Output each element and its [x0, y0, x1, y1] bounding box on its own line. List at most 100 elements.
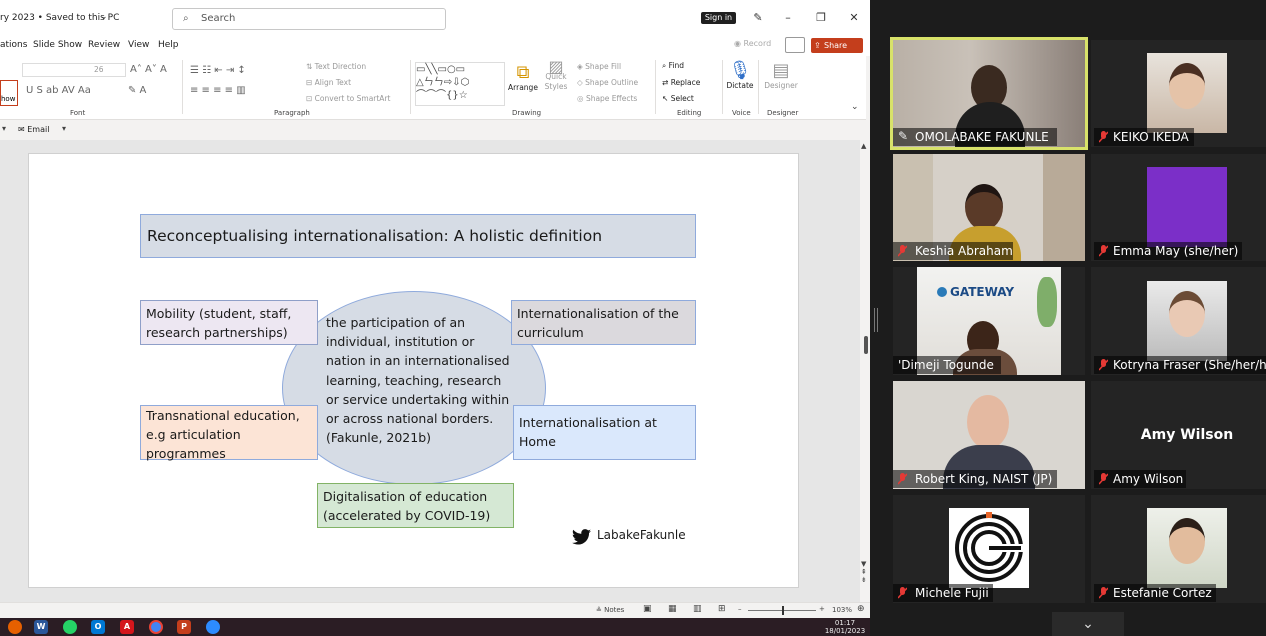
menu-animations[interactable]: ations [0, 40, 27, 50]
outlook-icon[interactable]: O [91, 620, 105, 634]
divider [182, 60, 183, 114]
panel-resize-handle[interactable] [874, 308, 878, 332]
font-style-icons[interactable]: U S ab AV Aa [26, 85, 91, 96]
comments-icon[interactable] [785, 37, 805, 53]
clock[interactable]: 01:17 18/01/2023 [820, 619, 870, 635]
curriculum-box[interactable]: Internationalisation of the curriculum [511, 300, 696, 345]
mic-muted-icon [1099, 473, 1108, 485]
quick-access-bar: ▾ ✉ Email ▾ [0, 121, 866, 139]
arrange-button[interactable]: ⧉ Arrange [508, 62, 538, 92]
font-name-box[interactable] [22, 63, 126, 77]
sign-in-button[interactable]: Sign in [701, 12, 736, 24]
status-bar: ≗ Notes ▣ ▦ ▥ ⊞ – + 103% ⊕ [0, 602, 870, 618]
name-tag: Amy Wilson [1094, 470, 1186, 488]
profile-avatar [1147, 167, 1227, 247]
align-text-label: Align Text [314, 78, 352, 87]
curtain [1043, 154, 1085, 261]
gallery-scroll-down-icon[interactable]: ⌄ [1052, 612, 1124, 636]
powerpoint-icon[interactable]: P [177, 620, 191, 634]
menu-help[interactable]: Help [158, 40, 179, 50]
name-tag: Keshia Abraham [893, 242, 1013, 260]
slideshow-icon[interactable]: ⊞ [718, 604, 726, 614]
email-button[interactable]: ✉ Email [18, 125, 49, 134]
participant-name: 'Dimeji Togunde [898, 358, 994, 372]
word-icon[interactable]: W [34, 620, 48, 634]
home-box[interactable]: Internationalisation at Home [513, 405, 696, 460]
menu-view[interactable]: View [128, 40, 149, 50]
select-button[interactable]: ↖ Select [662, 94, 694, 103]
dictate-button[interactable]: 🎙 Dictate [726, 60, 754, 90]
find-button[interactable]: ⌕ Find [662, 61, 684, 71]
minimize-icon[interactable]: – [778, 8, 798, 28]
slide-title-box[interactable]: Reconceptualising internationalisation: … [140, 214, 696, 258]
scroll-up-icon[interactable]: ▲ [861, 142, 866, 150]
acrobat-icon[interactable]: A [120, 620, 134, 634]
menu-slide-show[interactable]: Slide Show [33, 40, 82, 50]
gateway-logo: GATEWAY [950, 285, 1015, 299]
firefox-icon[interactable] [8, 620, 22, 634]
divider [722, 60, 723, 114]
zoom-in-icon[interactable]: + [819, 605, 825, 613]
font-size-box[interactable]: 26 [94, 65, 104, 74]
chevron-down-icon[interactable]: ▾ [2, 124, 6, 133]
font-size-icons[interactable]: A˄ A˅ A [130, 64, 167, 75]
name-tag: Kotryna Fraser (She/her/he [1094, 356, 1266, 374]
align-icons[interactable]: ≡ ≡ ≡ ≡ ▥ [190, 85, 246, 96]
face [967, 395, 1009, 449]
fit-slide-icon[interactable]: ⊕ [857, 604, 865, 614]
highlight-font-color-icons[interactable]: ✎ A [128, 85, 146, 96]
vertical-scrollbar[interactable]: ▲ ▼ ⇞ ⇟ [860, 140, 870, 602]
restore-icon[interactable]: ❐ [811, 8, 831, 28]
normal-view-icon[interactable]: ▣ [643, 604, 652, 614]
zoom-app-icon[interactable] [206, 620, 220, 634]
slide-sorter-icon[interactable]: ▦ [668, 604, 677, 614]
definition-text[interactable]: the participation of an individual, inst… [326, 313, 516, 447]
show-button[interactable]: how [0, 80, 18, 106]
face [1169, 291, 1205, 337]
mobility-box[interactable]: Mobility (student, staff, research partn… [140, 300, 318, 345]
clock-date: 18/01/2023 [824, 627, 866, 635]
search-placeholder: Search [201, 13, 236, 24]
shape-outline-button[interactable]: ◇ Shape Outline [577, 78, 638, 87]
menu-review[interactable]: Review [88, 40, 120, 50]
replace-button[interactable]: ⇄ Replace [662, 78, 700, 87]
scrollbar-thumb[interactable] [864, 336, 868, 354]
reading-view-icon[interactable]: ▥ [693, 604, 702, 614]
search-input[interactable]: ⌕ Search [172, 8, 446, 30]
ribbon-collapse-icon[interactable]: ⌄ [851, 102, 859, 112]
participant-display-name: Amy Wilson [1140, 427, 1234, 443]
text-direction-button[interactable]: ⇅ Text Direction [306, 62, 366, 71]
participant-name: Amy Wilson [1113, 472, 1184, 486]
list-icons[interactable]: ☰ ☷ ⇤ ⇥ ↕ [190, 65, 246, 76]
notes-button[interactable]: ≗ Notes [596, 606, 624, 614]
quick-styles-button[interactable]: ▨ Quick Styles [541, 59, 571, 92]
chrome-icon[interactable] [149, 620, 163, 634]
record-button[interactable]: ◉ Record [734, 39, 776, 52]
chevron-down-icon[interactable]: ⌄ [100, 12, 108, 22]
customize-icon[interactable]: ▾ [62, 124, 66, 133]
share-button[interactable]: Share ⇪ [811, 38, 863, 53]
convert-smartart-button[interactable]: ⊡ Convert to SmartArt [306, 94, 390, 103]
zoom-out-icon[interactable]: – [738, 605, 742, 613]
transnational-box[interactable]: Transnational education, e.g articulatio… [140, 405, 318, 461]
whatsapp-icon[interactable] [63, 620, 77, 634]
pen-icon[interactable]: ✎ [748, 8, 768, 28]
name-tag: ✎ OMOLABAKE FAKUNLE [893, 128, 1057, 146]
align-text-button[interactable]: ⊟ Align Text [306, 78, 351, 87]
mic-muted-icon [898, 473, 907, 485]
mic-muted-icon [1099, 245, 1108, 257]
zoom-level[interactable]: 103% [832, 606, 852, 614]
zoom-slider-handle[interactable] [782, 606, 784, 615]
page-nav-icons[interactable]: ▼ ⇞ ⇟ [861, 560, 867, 584]
close-icon[interactable]: ✕ [844, 8, 864, 28]
divider [410, 60, 411, 114]
digitalisation-box[interactable]: Digitalisation of education (accelerated… [317, 483, 514, 528]
participant-name: Keshia Abraham [915, 244, 1013, 258]
shape-fill-button[interactable]: ◈ Shape Fill [577, 62, 621, 71]
twitter-handle: LabakeFakunle [597, 528, 686, 542]
shape-effects-button[interactable]: ◎ Shape Effects [577, 94, 637, 103]
dictate-label: Dictate [726, 81, 754, 90]
shapes-gallery[interactable]: ▭╲╲▭○▭ △ㄣㄣ⇨⇩⬡ ⌒⌒⌒{}☆ [415, 62, 505, 106]
mic-on-icon: ✎ [898, 129, 909, 143]
designer-button[interactable]: ▤ Designer [764, 60, 798, 90]
